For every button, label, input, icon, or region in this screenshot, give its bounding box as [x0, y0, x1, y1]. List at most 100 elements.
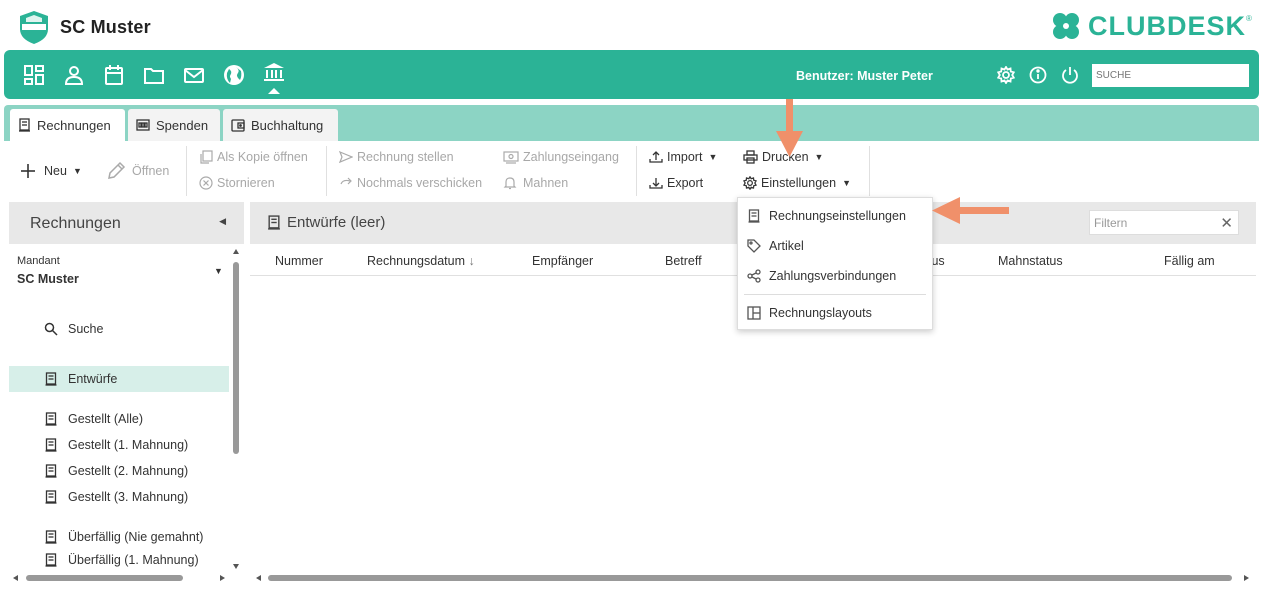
clover-icon — [1053, 13, 1079, 39]
invoice-icon — [45, 530, 57, 544]
plus-icon — [21, 164, 35, 178]
sidebar-horizontal-scrollbar[interactable] — [9, 571, 244, 585]
chevron-down-icon[interactable]: ▼ — [214, 266, 223, 276]
main-navbar: Benutzer: Muster Peter — [4, 50, 1259, 99]
globe-icon[interactable] — [223, 64, 245, 86]
sidebar-item-label: Suche — [68, 322, 104, 336]
app-title: SC Muster — [60, 17, 151, 37]
sidebar-title: Rechnungen — [30, 215, 121, 232]
menu-item-label: Zahlungsverbindungen — [769, 269, 897, 283]
sidebar-vertical-scrollbar[interactable] — [232, 248, 240, 570]
tab-label: Spenden — [156, 117, 209, 133]
clear-filter-icon[interactable]: ✕ — [1220, 214, 1233, 232]
resend-button[interactable]: Nochmals verschicken — [339, 176, 482, 190]
sidebar-item-label: Gestellt (1. Mahnung) — [68, 438, 189, 452]
payment-received-label: Zahlungseingang — [523, 150, 619, 164]
tab-rechnungen[interactable]: Rechnungen — [10, 109, 125, 141]
cancel-invoice-button[interactable]: Stornieren — [199, 176, 275, 190]
pencil-icon — [108, 161, 126, 179]
payment-received-button[interactable]: Zahlungseingang — [503, 150, 619, 164]
column-mahnstatus[interactable]: Mahnstatus — [998, 254, 1063, 268]
sidebar-item-gestellt-3-mahnung[interactable]: Gestellt (3. Mahnung) — [9, 484, 229, 510]
settings-label: Einstellungen — [761, 176, 837, 190]
export-label: Export — [667, 176, 704, 190]
search-input[interactable] — [1092, 64, 1249, 87]
person-icon[interactable] — [63, 64, 85, 86]
sidebar-item-entwuerfe[interactable]: Entwürfe — [9, 366, 229, 392]
new-button-label: Neu — [44, 164, 67, 178]
sidebar-item-suche[interactable]: Suche — [9, 316, 229, 342]
sidebar-item-gestellt-2-mahnung[interactable]: Gestellt (2. Mahnung) — [9, 458, 229, 484]
invoice-icon — [45, 490, 57, 504]
gear-icon[interactable] — [997, 66, 1015, 84]
menu-item-rechnungseinstellungen[interactable]: Rechnungseinstellungen — [738, 201, 932, 231]
new-button[interactable]: Neu ▼ — [20, 163, 82, 179]
upload-icon — [649, 151, 663, 163]
module-tabbar: Rechnungen Spenden Buchhaltung — [4, 105, 1259, 141]
sidebar-item-ueberfaellig-1-mahnung[interactable]: Überfällig (1. Mahnung) — [9, 550, 229, 570]
chevron-down-icon: ▼ — [708, 152, 718, 162]
sidebar-item-ueberfaellig-nie[interactable]: Überfällig (Nie gemahnt) — [9, 524, 229, 550]
bank-icon[interactable] — [263, 62, 285, 84]
column-nummer[interactable]: Nummer — [275, 254, 323, 268]
column-empfaenger[interactable]: Empfänger — [532, 254, 593, 268]
filter-input[interactable]: Filtern ✕ — [1089, 210, 1239, 235]
sidebar-item-label: Gestellt (Alle) — [68, 412, 144, 426]
main-horizontal-scrollbar[interactable] — [250, 571, 1256, 585]
invoice-icon — [45, 464, 57, 478]
dashboard-icon[interactable] — [23, 64, 45, 86]
open-button[interactable]: Öffnen — [106, 161, 169, 181]
column-label: Rechnungsdatum — [367, 254, 465, 268]
layout-icon — [747, 306, 761, 320]
import-label: Import — [667, 150, 703, 164]
chevron-down-icon: ▼ — [72, 166, 82, 176]
invoice-icon — [45, 553, 57, 567]
clubdesk-brand: CLUBDESK ® — [1050, 10, 1252, 42]
sidebar-header: Rechnungen ◀ — [9, 202, 244, 244]
mandant-select[interactable]: SC Muster — [17, 272, 79, 286]
copy-open-button[interactable]: Als Kopie öffnen — [199, 150, 308, 164]
current-user-label: Benutzer: Muster Peter — [796, 69, 933, 83]
power-icon[interactable] — [1061, 66, 1079, 84]
settings-dropdown-menu: Rechnungseinstellungen Artikel Zahlungsv… — [737, 197, 933, 330]
menu-item-zahlungsverbindungen[interactable]: Zahlungsverbindungen — [738, 261, 932, 291]
column-betreff[interactable]: Betreff — [665, 254, 702, 268]
column-faellig-am[interactable]: Fällig am — [1164, 254, 1215, 268]
search-icon — [44, 322, 58, 336]
invoice-icon — [45, 412, 57, 426]
main-title-label: Entwürfe (leer) — [287, 214, 386, 231]
tab-spenden[interactable]: Spenden — [128, 109, 220, 141]
collapse-sidebar-icon[interactable]: ◀ — [219, 216, 226, 227]
tab-buchhaltung[interactable]: Buchhaltung — [223, 109, 338, 141]
menu-item-artikel[interactable]: Artikel — [738, 231, 932, 261]
settings-button[interactable]: Einstellungen ▼ — [743, 176, 851, 190]
sidebar-item-label: Überfällig (Nie gemahnt) — [68, 530, 204, 544]
sidebar-item-label: Gestellt (3. Mahnung) — [68, 490, 189, 504]
invoice-icon — [19, 118, 30, 132]
toolbar-separator — [869, 146, 870, 196]
sidebar-item-label: Gestellt (2. Mahnung) — [68, 464, 189, 478]
filter-placeholder: Filtern — [1094, 216, 1128, 230]
sidebar-item-gestellt-alle[interactable]: Gestellt (Alle) — [9, 406, 229, 432]
bell-icon — [503, 177, 517, 190]
mail-icon[interactable] — [183, 64, 205, 86]
send-invoice-button[interactable]: Rechnung stellen — [339, 150, 454, 164]
menu-item-rechnungslayouts[interactable]: Rechnungslayouts — [738, 298, 932, 328]
invoice-icon — [268, 215, 280, 230]
donation-icon — [136, 119, 150, 131]
folder-icon[interactable] — [143, 64, 165, 86]
dunning-button[interactable]: Mahnen — [503, 176, 568, 190]
dunning-label: Mahnen — [523, 176, 569, 190]
info-icon[interactable] — [1029, 66, 1047, 84]
export-button[interactable]: Export — [649, 176, 703, 190]
calendar-icon[interactable] — [103, 64, 125, 86]
brand-registered-mark: ® — [1246, 14, 1252, 23]
sidebar-item-gestellt-1-mahnung[interactable]: Gestellt (1. Mahnung) — [9, 432, 229, 458]
chevron-down-icon: ▼ — [814, 152, 824, 162]
toolbar-separator — [186, 146, 187, 196]
column-rechnungsdatum[interactable]: Rechnungsdatum ↓ — [367, 254, 475, 268]
main-title: Entwürfe (leer) — [267, 214, 385, 231]
import-button[interactable]: Import ▼ — [649, 150, 717, 164]
print-button[interactable]: Drucken ▼ — [743, 150, 823, 164]
mandant-label: Mandant — [17, 255, 60, 267]
